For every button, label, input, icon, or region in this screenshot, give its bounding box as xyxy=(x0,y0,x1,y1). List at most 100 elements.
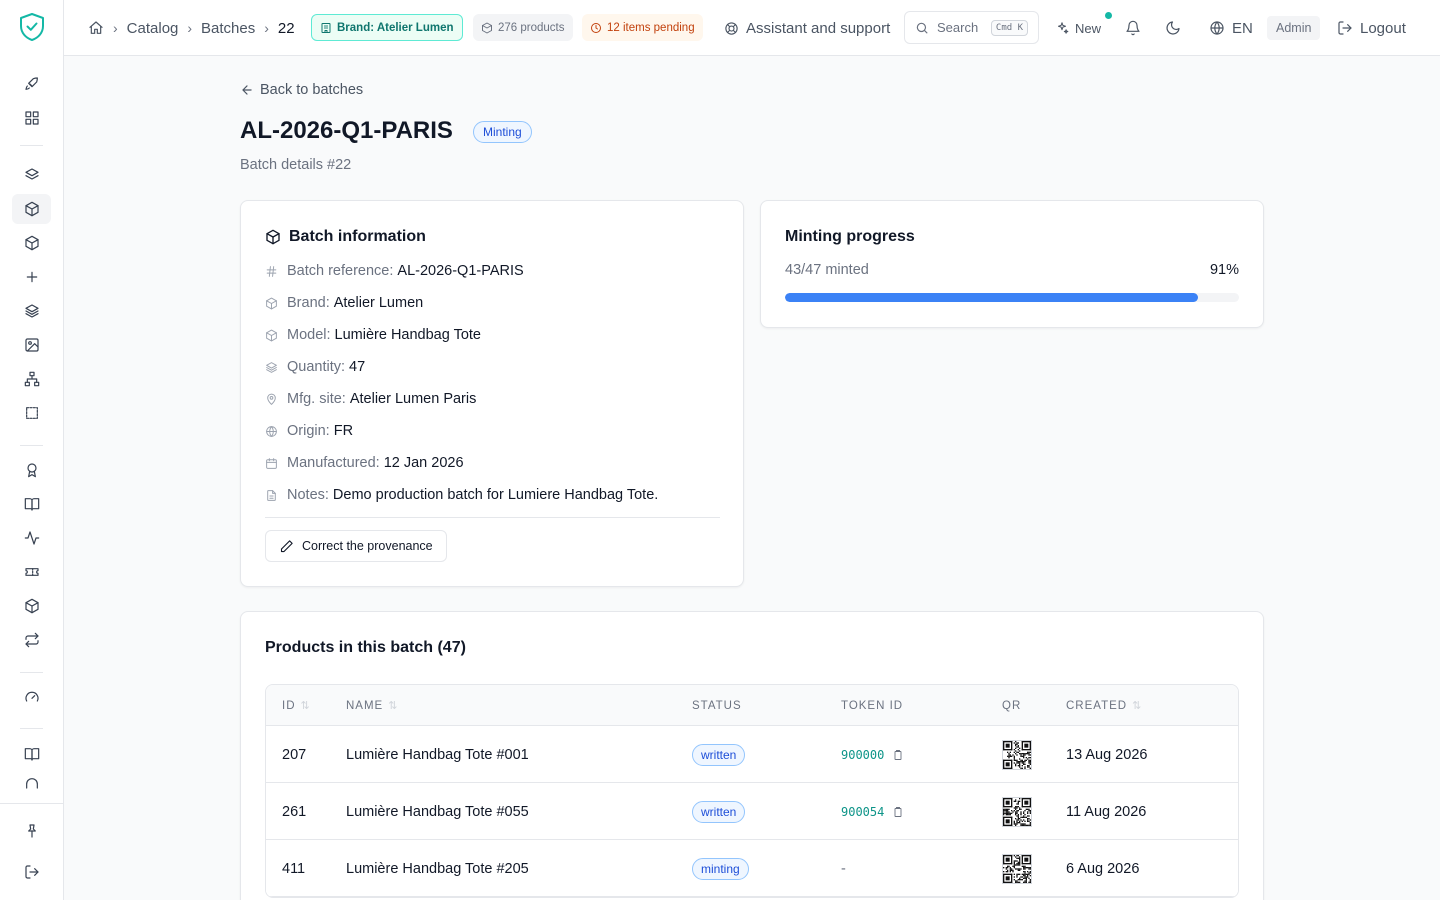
minting-progress-card: Minting progress 43/47 minted 91% xyxy=(760,200,1264,328)
products-card: Products in this batch (47) ID ⇅ NAME ⇅ ST… xyxy=(240,611,1264,900)
back-label: Back to batches xyxy=(260,82,364,98)
column-created-label: CREATED xyxy=(1066,699,1128,712)
search-input[interactable]: Search Cmd K xyxy=(904,11,1039,44)
products-title: Products in this batch (47) xyxy=(265,639,466,656)
sitemap-icon[interactable] xyxy=(12,364,51,394)
products-count-label: 276 products xyxy=(498,21,565,34)
info-value: 47 xyxy=(349,359,366,375)
stack-icon[interactable] xyxy=(12,296,51,326)
table-header: ID ⇅ NAME ⇅ STATUS TOKEN ID QR CREATED ⇅ xyxy=(266,685,1238,726)
breadcrumb-batches[interactable]: Batches xyxy=(201,20,255,37)
qr-code-icon[interactable] xyxy=(1002,853,1032,884)
minting-progress-title: Minting progress xyxy=(785,228,915,245)
new-button[interactable]: New xyxy=(1055,0,1101,56)
info-value: Lumière Handbag Tote xyxy=(334,327,481,343)
breadcrumb-catalog[interactable]: Catalog xyxy=(127,20,179,37)
column-status: STATUS xyxy=(692,699,742,712)
column-qr: QR xyxy=(1002,699,1022,712)
info-label: Quantity: xyxy=(287,359,346,375)
correct-provenance-button[interactable]: Correct the provenance xyxy=(265,530,447,562)
status-badge: Minting xyxy=(473,121,532,143)
pin-icon[interactable] xyxy=(12,816,51,846)
cell-created: 11 Aug 2026 xyxy=(1066,803,1147,820)
repeat-icon[interactable] xyxy=(12,625,51,655)
book-open-icon[interactable] xyxy=(12,489,51,519)
sidebar xyxy=(0,0,64,900)
layers-icon[interactable] xyxy=(12,160,51,190)
info-origin: Origin: FR xyxy=(265,421,353,441)
batch-info-title: Batch information xyxy=(265,228,426,246)
language-selector[interactable]: EN xyxy=(1209,0,1253,56)
headphones-icon[interactable] xyxy=(12,774,51,794)
logout-button[interactable]: Logout xyxy=(1337,0,1406,56)
box-icon[interactable] xyxy=(12,194,51,224)
progress-fill xyxy=(785,293,1199,302)
map-pin-icon xyxy=(267,393,276,405)
arrow-left-icon xyxy=(242,85,252,95)
calendar-icon xyxy=(266,457,277,469)
brand-pill-label: Brand: Atelier Lumen xyxy=(337,21,454,34)
moon-icon[interactable] xyxy=(1165,0,1181,56)
chevron-right-icon: › xyxy=(187,20,193,36)
brand-pill[interactable]: Brand: Atelier Lumen xyxy=(311,14,463,41)
info-value: 12 Jan 2026 xyxy=(383,455,464,471)
book-icon[interactable] xyxy=(12,739,51,769)
cell-name: Lumière Handbag Tote #001 xyxy=(346,746,529,763)
search-icon xyxy=(916,22,928,34)
ticket-icon[interactable] xyxy=(12,557,51,587)
package-icon[interactable] xyxy=(12,228,51,258)
back-link[interactable]: Back to batches xyxy=(240,80,363,100)
shield-logo-icon[interactable] xyxy=(18,12,46,42)
column-created[interactable]: CREATED ⇅ xyxy=(1066,685,1141,726)
sort-icon: ⇅ xyxy=(300,700,310,712)
assistant-link[interactable]: Assistant and support xyxy=(724,0,890,56)
table-row[interactable]: 207 Lumière Handbag Tote #001 written 90… xyxy=(266,726,1238,783)
home-icon[interactable] xyxy=(88,20,104,36)
status-badge: written xyxy=(692,743,746,766)
search-placeholder: Search xyxy=(937,20,979,35)
column-id[interactable]: ID ⇅ xyxy=(282,685,310,726)
notification-dot xyxy=(1105,12,1112,19)
info-value: Atelier Lumen Paris xyxy=(349,391,477,407)
table-row[interactable]: 411 Lumière Handbag Tote #205 minting - … xyxy=(266,840,1238,897)
info-notes: Notes: Demo production batch for Lumiere… xyxy=(265,485,658,505)
info-manufactured: Manufactured: 12 Jan 2026 xyxy=(265,453,464,473)
table-row[interactable]: 261 Lumière Handbag Tote #055 written 90… xyxy=(266,783,1238,840)
globe-icon xyxy=(266,425,277,437)
rocket-icon[interactable] xyxy=(12,69,51,99)
qr-code-icon[interactable] xyxy=(1002,796,1032,827)
pencil-icon xyxy=(280,539,293,552)
select-icon[interactable] xyxy=(12,398,51,428)
cell-id: 207 xyxy=(282,746,307,763)
qr-code-icon[interactable] xyxy=(1002,739,1032,770)
correct-provenance-label: Correct the provenance xyxy=(302,539,433,553)
assistant-label: Assistant and support xyxy=(746,19,891,37)
role-badge: Admin xyxy=(1267,16,1321,40)
image-icon[interactable] xyxy=(12,330,51,360)
activity-icon[interactable] xyxy=(12,523,51,553)
dashboard-icon[interactable] xyxy=(12,103,51,133)
bell-icon[interactable] xyxy=(1125,0,1141,56)
clipboard-icon[interactable] xyxy=(892,749,904,761)
cell-created: 13 Aug 2026 xyxy=(1066,746,1148,763)
column-name[interactable]: NAME ⇅ xyxy=(346,685,397,726)
sign-out-icon[interactable] xyxy=(12,857,51,887)
batch-info-title-text: Batch information xyxy=(289,228,426,245)
minted-percent: 91% xyxy=(1209,262,1239,278)
info-label: Brand: xyxy=(287,295,330,311)
pending-pill[interactable]: 12 items pending xyxy=(582,14,703,41)
cell-name: Lumière Handbag Tote #205 xyxy=(346,860,529,877)
info-value: Demo production batch for Lumiere Handba… xyxy=(332,487,659,503)
info-batch-reference: Batch reference: AL-2026-Q1-PARIS xyxy=(265,261,524,281)
plus-icon[interactable] xyxy=(12,262,51,292)
file-icon xyxy=(267,489,276,501)
clipboard-icon[interactable] xyxy=(892,806,904,818)
cell-id: 411 xyxy=(282,860,306,877)
gauge-icon[interactable] xyxy=(12,682,51,712)
award-icon[interactable] xyxy=(12,455,51,485)
page-title: AL-2026-Q1-PARIS xyxy=(240,117,453,144)
hash-icon xyxy=(266,265,277,277)
products-count-pill[interactable]: 276 products xyxy=(473,14,573,41)
globe-icon xyxy=(1210,21,1224,35)
cube-icon[interactable] xyxy=(12,591,51,621)
